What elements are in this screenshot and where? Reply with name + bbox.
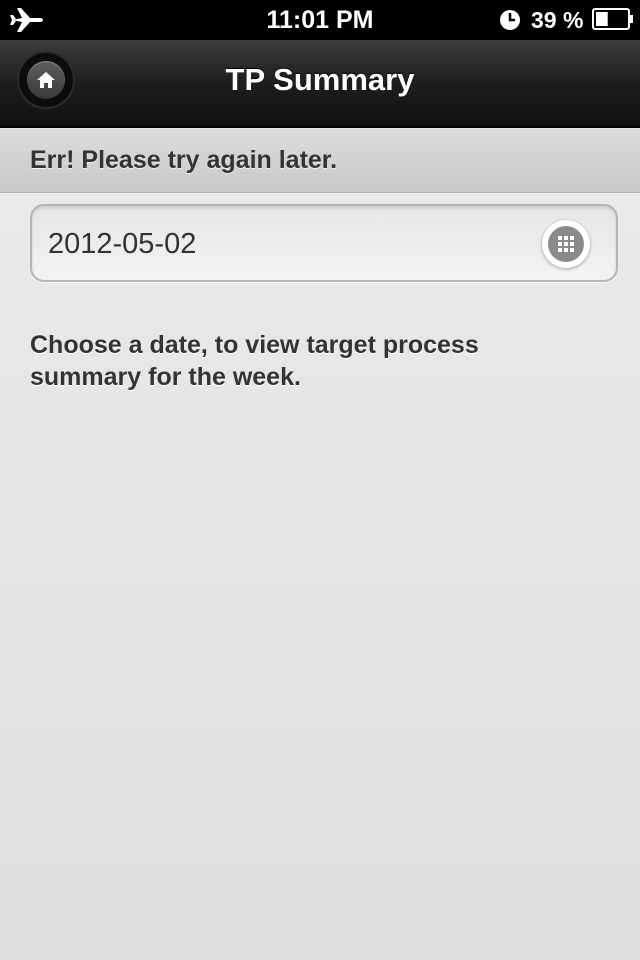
error-message: Err! Please try again later. — [30, 146, 338, 174]
page-title: TP Summary — [225, 62, 415, 97]
date-field[interactable] — [30, 204, 618, 282]
battery-level-fill — [596, 12, 608, 26]
status-bar: 11:01 PM 39 % — [0, 0, 640, 40]
error-banner: Err! Please try again later. — [0, 128, 640, 193]
clock-icon — [500, 10, 520, 30]
calendar-grid-icon — [558, 236, 574, 252]
top-navigation-bar: TP Summary — [0, 40, 640, 128]
instruction-text: Choose a date, to view target process su… — [30, 331, 479, 391]
battery-icon — [592, 8, 633, 30]
date-input[interactable] — [48, 206, 528, 282]
battery-percentage: 39 % — [531, 7, 584, 33]
date-picker-button[interactable] — [542, 220, 590, 268]
date-picker-button-face — [548, 226, 584, 262]
